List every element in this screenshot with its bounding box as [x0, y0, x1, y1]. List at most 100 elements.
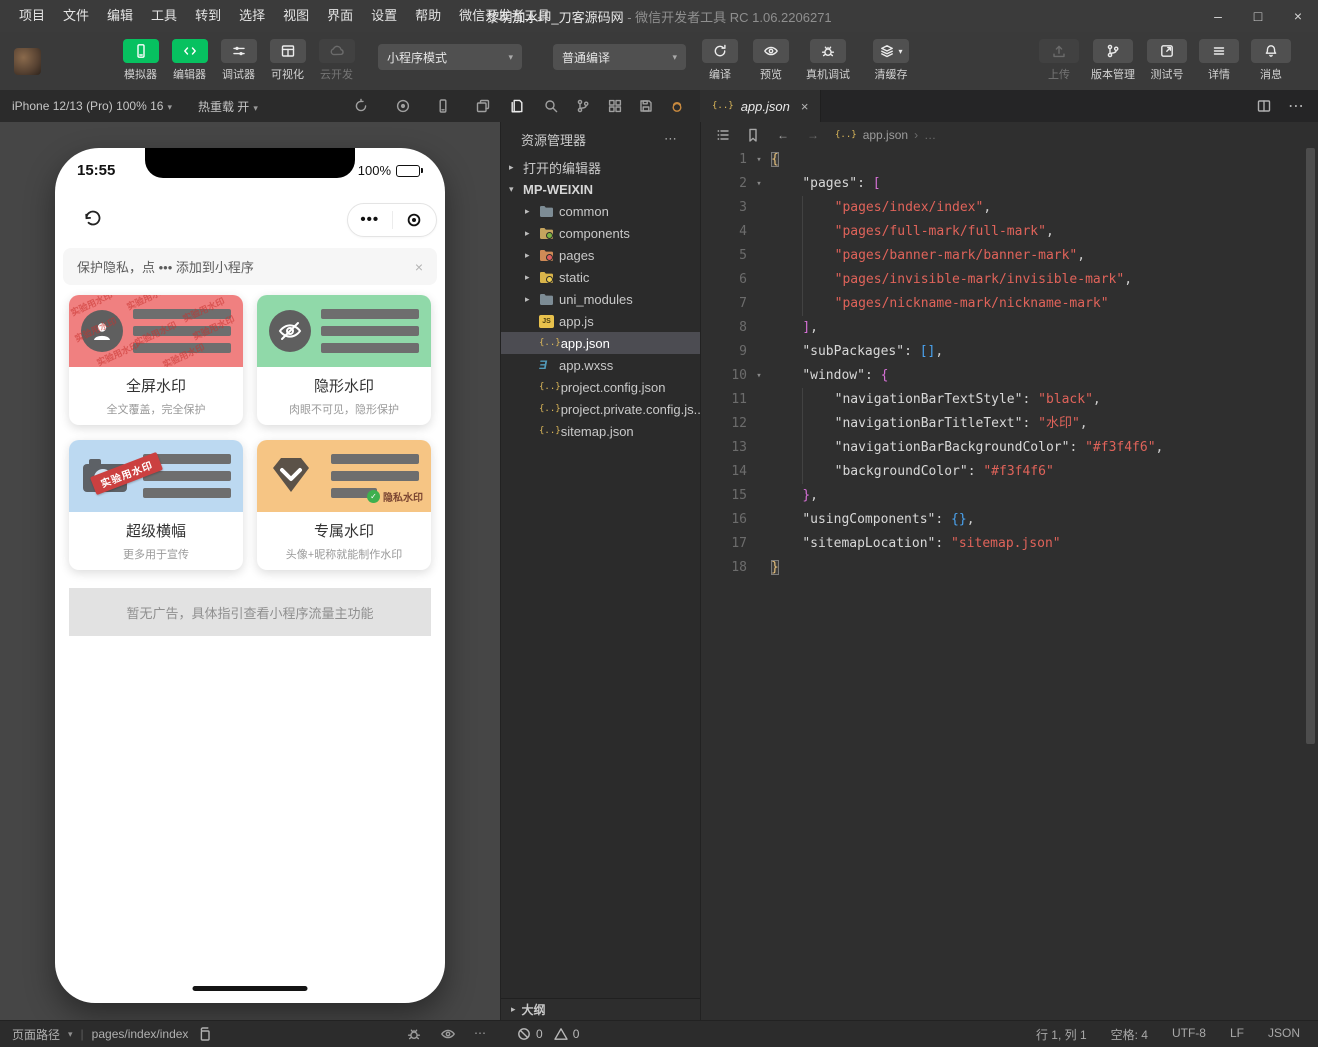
- rotate-icon[interactable]: [352, 97, 370, 115]
- back-arrow-icon[interactable]: ←: [775, 127, 791, 143]
- maximize-button[interactable]: □: [1238, 0, 1278, 32]
- action-真机调试-button[interactable]: 真机调试: [799, 39, 857, 82]
- notice-close-icon[interactable]: ×: [415, 259, 423, 275]
- menu-编辑[interactable]: 编辑: [98, 0, 142, 32]
- card-超级横幅[interactable]: 实验用水印 超级横幅 更多用于宣传: [69, 440, 243, 570]
- tree-section-MP-WEIXIN[interactable]: ▾ MP-WEIXIN: [501, 178, 700, 200]
- action-上传-button[interactable]: 上传: [1036, 39, 1082, 82]
- files-icon[interactable]: [508, 97, 526, 115]
- search-icon[interactable]: [542, 97, 560, 115]
- errors-indicator[interactable]: 0: [516, 1026, 543, 1042]
- breadcrumb-more[interactable]: …: [924, 128, 936, 142]
- tab-app-json[interactable]: {..} app.json ×: [700, 90, 822, 122]
- tree-item-static[interactable]: ▸ static: [501, 266, 700, 288]
- bookmark-icon[interactable]: [745, 127, 761, 143]
- close-minimize-button[interactable]: [393, 212, 437, 228]
- fold-icon[interactable]: ▾: [747, 364, 771, 388]
- privacy-notice: 保护隐私，点 ••• 添加到小程序 ×: [63, 248, 437, 285]
- warnings-indicator[interactable]: 0: [553, 1026, 579, 1042]
- action-编译-button[interactable]: 编译: [697, 39, 743, 82]
- menu-项目[interactable]: 项目: [10, 0, 54, 32]
- page-path-label[interactable]: 页面路径: [12, 1026, 60, 1043]
- menu-界面[interactable]: 界面: [318, 0, 362, 32]
- view-模拟器-button[interactable]: 模拟器: [116, 39, 165, 82]
- mock-icon[interactable]: [668, 97, 686, 115]
- action-测试号-button[interactable]: 测试号: [1144, 39, 1190, 82]
- compile-mode-dropdown[interactable]: 普通编译 ▾: [553, 44, 686, 70]
- tree-item-pages[interactable]: ▸ pages: [501, 244, 700, 266]
- tab-close-icon[interactable]: ×: [801, 99, 809, 114]
- eol[interactable]: LF: [1230, 1026, 1244, 1043]
- menu-文件[interactable]: 文件: [54, 0, 98, 32]
- action-预览-button[interactable]: 预览: [748, 39, 794, 82]
- tree-section--[interactable]: ▸ 打开的编辑器: [501, 156, 700, 178]
- action-清缓存-button[interactable]: ▾ 清缓存: [862, 39, 920, 82]
- vconsole-bug-icon[interactable]: [406, 1026, 422, 1042]
- grid-icon[interactable]: [606, 97, 624, 115]
- card-illustration: 实验用水印 实验用水印 实验用水印 实验用水印 实验用水印 实验用水印 实验用水印 实验用水印: [69, 295, 243, 367]
- hot-reload-toggle[interactable]: 热重载 开 ▾: [198, 98, 258, 115]
- code-area[interactable]: 1 ▾{2 ▾ "pages": [3 "pages/index/index", 4 …: [701, 148, 1318, 580]
- tree-item-app.wxss[interactable]: Ǝapp.wxss: [501, 354, 700, 376]
- tree-item-project.private.config.js...[interactable]: {..} project.private.config.js...: [501, 398, 700, 420]
- menu-工具[interactable]: 工具: [142, 0, 186, 32]
- tree-item-uni_modules[interactable]: ▸ uni_modules: [501, 288, 700, 310]
- encoding[interactable]: UTF-8: [1172, 1026, 1206, 1043]
- forward-arrow-icon[interactable]: →: [805, 127, 821, 143]
- menu-转到[interactable]: 转到: [186, 0, 230, 32]
- cursor-position[interactable]: 行 1, 列 1: [1036, 1026, 1087, 1043]
- card-全屏水印[interactable]: 实验用水印 实验用水印 实验用水印 实验用水印 实验用水印 实验用水印 实验用水印 实验用水印…: [69, 295, 243, 425]
- view-调试器-button[interactable]: 调试器: [214, 39, 263, 82]
- folder-icon: [539, 271, 559, 284]
- fold-icon[interactable]: ▾: [747, 172, 771, 196]
- code-editor: ← → {..} app.json › … 1 ▾{2 ▾ "pages": [3 …: [700, 122, 1318, 1020]
- tree-item-common[interactable]: ▸ common: [501, 200, 700, 222]
- menu-设置[interactable]: 设置: [362, 0, 406, 32]
- split-editor-icon[interactable]: [1256, 98, 1272, 114]
- privacy-notice-text: 保护隐私，点 ••• 添加到小程序: [77, 260, 254, 275]
- action-消息-button[interactable]: 消息: [1248, 39, 1294, 82]
- fold-icon[interactable]: ▾: [747, 148, 771, 172]
- editor-more-icon[interactable]: ⋯: [1288, 96, 1304, 116]
- copy-icon[interactable]: [196, 1026, 212, 1042]
- overlap-icon[interactable]: [474, 97, 492, 115]
- tree-item-app.js[interactable]: JS app.js: [501, 310, 700, 332]
- tree-item-project.config.json[interactable]: {..} project.config.json: [501, 376, 700, 398]
- language-mode[interactable]: JSON: [1268, 1026, 1300, 1043]
- view-云开发-button[interactable]: 云开发: [312, 39, 361, 82]
- menu-帮助[interactable]: 帮助: [406, 0, 450, 32]
- outline-section[interactable]: ▸ 大纲: [501, 998, 700, 1020]
- editor-scrollbar[interactable]: [1306, 148, 1315, 744]
- action-版本管理-button[interactable]: 版本管理: [1088, 39, 1138, 82]
- page-path-value[interactable]: pages/index/index: [92, 1027, 189, 1041]
- card-专属水印[interactable]: ✓ 隐私水印 专属水印 头像+昵称就能制作水印: [257, 440, 431, 570]
- preview-eye-icon[interactable]: [440, 1026, 456, 1042]
- git-branch-icon[interactable]: [574, 97, 592, 115]
- close-button[interactable]: ×: [1278, 0, 1318, 32]
- chevron-right-icon: ▸: [525, 249, 530, 260]
- more-menu-button[interactable]: •••: [348, 212, 392, 227]
- avatar[interactable]: [14, 48, 41, 75]
- explorer-more-icon[interactable]: ⋯: [664, 131, 678, 147]
- tree-item-components[interactable]: ▸ components: [501, 222, 700, 244]
- card-隐形水印[interactable]: 隐形水印 肉眼不可见，隐形保护: [257, 295, 431, 425]
- view-编辑器-button[interactable]: 编辑器: [165, 39, 214, 82]
- record-icon[interactable]: [394, 97, 412, 115]
- battery-icon: [396, 164, 420, 177]
- mode-dropdown[interactable]: 小程序模式 ▾: [378, 44, 522, 70]
- outline-list-icon[interactable]: [715, 127, 731, 143]
- save-icon[interactable]: [637, 97, 655, 115]
- menu-选择[interactable]: 选择: [230, 0, 274, 32]
- view-可视化-button[interactable]: 可视化: [263, 39, 312, 82]
- action-详情-button[interactable]: 详情: [1196, 39, 1242, 82]
- breadcrumb-file[interactable]: app.json: [863, 128, 908, 142]
- indent-setting[interactable]: 空格: 4: [1111, 1026, 1148, 1043]
- device-icon[interactable]: [434, 97, 452, 115]
- tree-item-sitemap.json[interactable]: {..} sitemap.json: [501, 420, 700, 442]
- device-selector[interactable]: iPhone 12/13 (Pro) 100% 16 ▾: [12, 99, 172, 113]
- reload-icon[interactable]: [81, 206, 107, 232]
- tree-item-app.json[interactable]: {..} app.json: [501, 332, 700, 354]
- minimize-button[interactable]: –: [1198, 0, 1238, 32]
- sim-more-icon[interactable]: ⋯: [474, 1026, 486, 1042]
- menu-视图[interactable]: 视图: [274, 0, 318, 32]
